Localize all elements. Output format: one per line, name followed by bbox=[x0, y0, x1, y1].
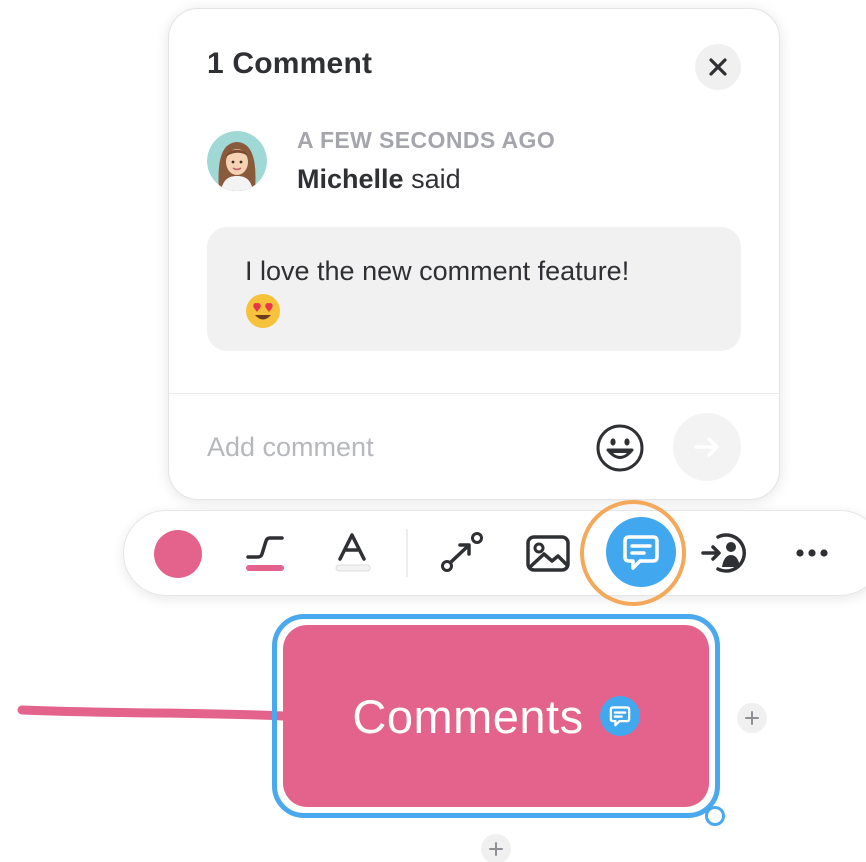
comment-author: Michelle bbox=[297, 164, 404, 194]
add-sibling-button[interactable] bbox=[737, 703, 767, 733]
assign-button[interactable] bbox=[700, 527, 752, 584]
comment-bubble: I love the new comment feature! bbox=[207, 227, 741, 351]
arrow-right-icon bbox=[694, 437, 719, 457]
close-button[interactable] bbox=[695, 44, 741, 90]
plus-icon bbox=[489, 842, 503, 856]
line-style-icon bbox=[246, 536, 284, 571]
color-swatch[interactable] bbox=[154, 530, 202, 578]
comment-panel: 1 Comment A FEW SECONDS AGO Michelle sai… bbox=[168, 8, 780, 500]
said-text: said bbox=[411, 164, 461, 194]
comment-input[interactable] bbox=[207, 427, 567, 467]
image-button[interactable] bbox=[524, 529, 572, 584]
connect-button[interactable] bbox=[438, 529, 486, 584]
avatar bbox=[207, 131, 267, 191]
line-style-button[interactable] bbox=[242, 529, 290, 584]
node-label: Comments bbox=[352, 689, 584, 743]
more-button[interactable] bbox=[792, 539, 832, 572]
active-tool-highlight-ring bbox=[580, 500, 686, 606]
assign-icon bbox=[701, 533, 746, 573]
heart-eyes-emoji-icon bbox=[246, 294, 280, 328]
comment-timestamp: A FEW SECONDS AGO bbox=[297, 127, 556, 153]
add-child-button[interactable] bbox=[481, 834, 511, 862]
more-icon bbox=[796, 549, 828, 557]
emoji-picker-button[interactable] bbox=[595, 423, 645, 473]
send-button[interactable] bbox=[673, 413, 741, 481]
comment-icon bbox=[609, 706, 630, 727]
topic-node[interactable]: Comments bbox=[283, 625, 709, 807]
close-icon bbox=[709, 58, 727, 76]
node-comment-badge[interactable] bbox=[599, 696, 640, 736]
resize-handle[interactable] bbox=[705, 806, 725, 826]
smiley-icon bbox=[596, 424, 644, 472]
text-style-icon bbox=[335, 533, 371, 572]
toolbar-separator bbox=[406, 529, 408, 577]
comment-author-line: Michelle said bbox=[297, 164, 461, 195]
mind-map-canvas[interactable]: 1 Comment A FEW SECONDS AGO Michelle sai… bbox=[0, 0, 866, 862]
connect-icon bbox=[441, 532, 483, 572]
divider bbox=[169, 393, 779, 394]
comment-text: I love the new comment feature! bbox=[245, 256, 630, 286]
text-style-button[interactable] bbox=[334, 529, 374, 584]
image-icon bbox=[526, 535, 570, 572]
panel-title: 1 Comment bbox=[207, 47, 373, 80]
plus-icon bbox=[745, 711, 759, 725]
node-toolbar bbox=[123, 510, 866, 596]
